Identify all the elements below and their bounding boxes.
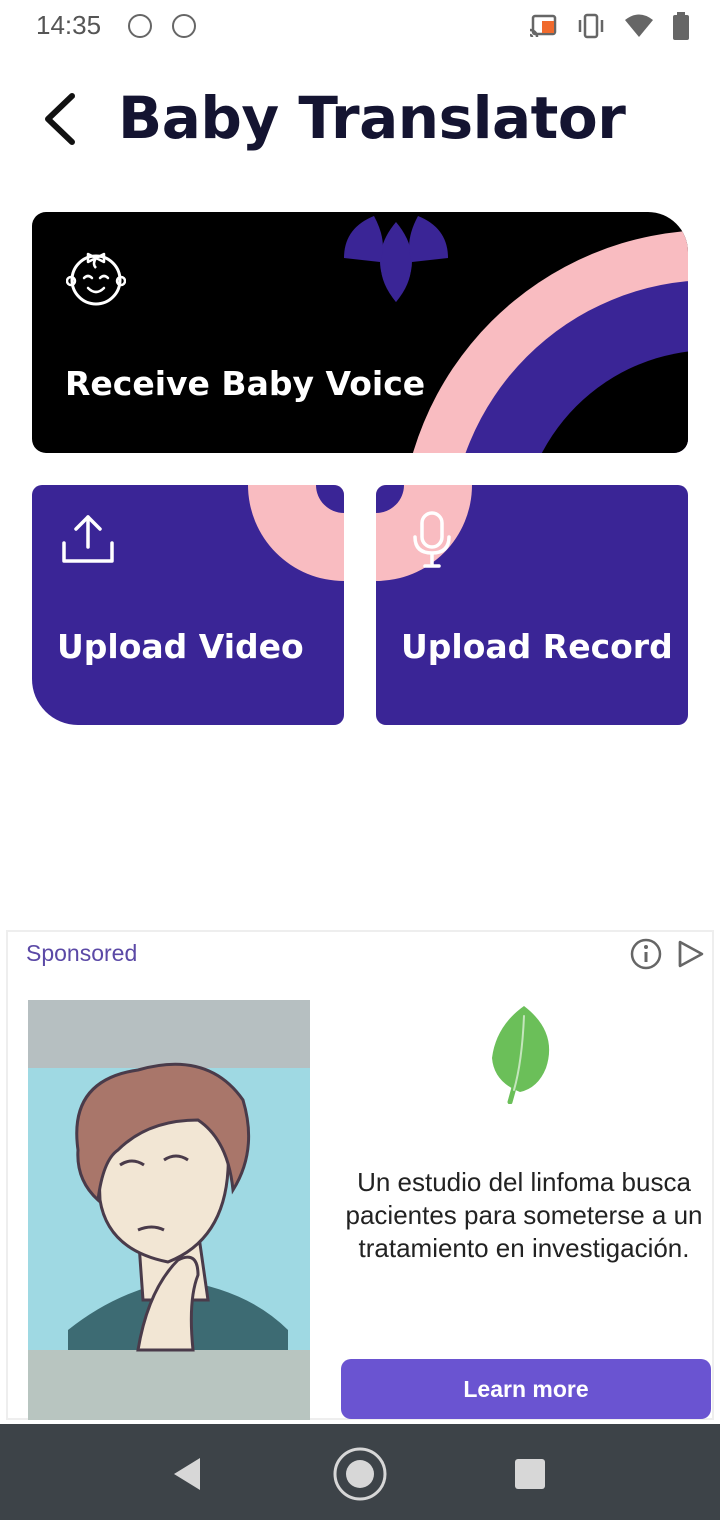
sick-person-illustration	[28, 1000, 310, 1420]
upload-video-card[interactable]: Upload Video	[32, 485, 344, 725]
ad-illustration	[28, 1000, 310, 1420]
baby-face-icon	[66, 252, 126, 306]
upload-record-label: Upload Record	[401, 627, 673, 666]
ad-choices-icon[interactable]	[674, 938, 706, 970]
sponsored-ad[interactable]: Sponsored Un estudio del linfoma busca p…	[6, 930, 714, 1420]
status-time: 14:35	[36, 10, 102, 40]
battery-icon	[673, 12, 689, 40]
nav-back-icon[interactable]	[160, 1446, 216, 1502]
back-button[interactable]	[36, 86, 96, 152]
receive-baby-voice-card[interactable]: Receive Baby Voice	[32, 212, 688, 453]
page-title: Baby Translator	[118, 84, 626, 152]
status-bar: 14:35	[0, 0, 720, 56]
leaf-icon	[492, 1006, 550, 1104]
sponsored-label: Sponsored	[26, 940, 138, 966]
card-decoration	[328, 212, 688, 453]
back-arrow-icon	[45, 93, 75, 145]
learn-more-button[interactable]: Learn more	[341, 1359, 711, 1419]
notification-app-icon	[172, 14, 196, 38]
info-icon[interactable]	[630, 938, 662, 970]
upload-record-card[interactable]: Upload Record	[376, 485, 688, 725]
cast-icon	[529, 14, 557, 38]
vibrate-icon	[578, 13, 604, 39]
upload-video-label: Upload Video	[57, 627, 304, 666]
notification-app-icon	[128, 14, 152, 38]
nav-home-icon[interactable]	[332, 1446, 388, 1502]
ad-text: Un estudio del linfoma busca pacientes p…	[345, 1167, 703, 1263]
microphone-icon	[413, 511, 451, 568]
upload-icon	[62, 515, 114, 563]
nav-recents-icon[interactable]	[502, 1446, 558, 1502]
system-navigation-bar	[0, 1424, 720, 1520]
receive-baby-voice-label: Receive Baby Voice	[65, 364, 426, 403]
status-icons	[528, 12, 690, 40]
wifi-icon	[625, 14, 653, 37]
